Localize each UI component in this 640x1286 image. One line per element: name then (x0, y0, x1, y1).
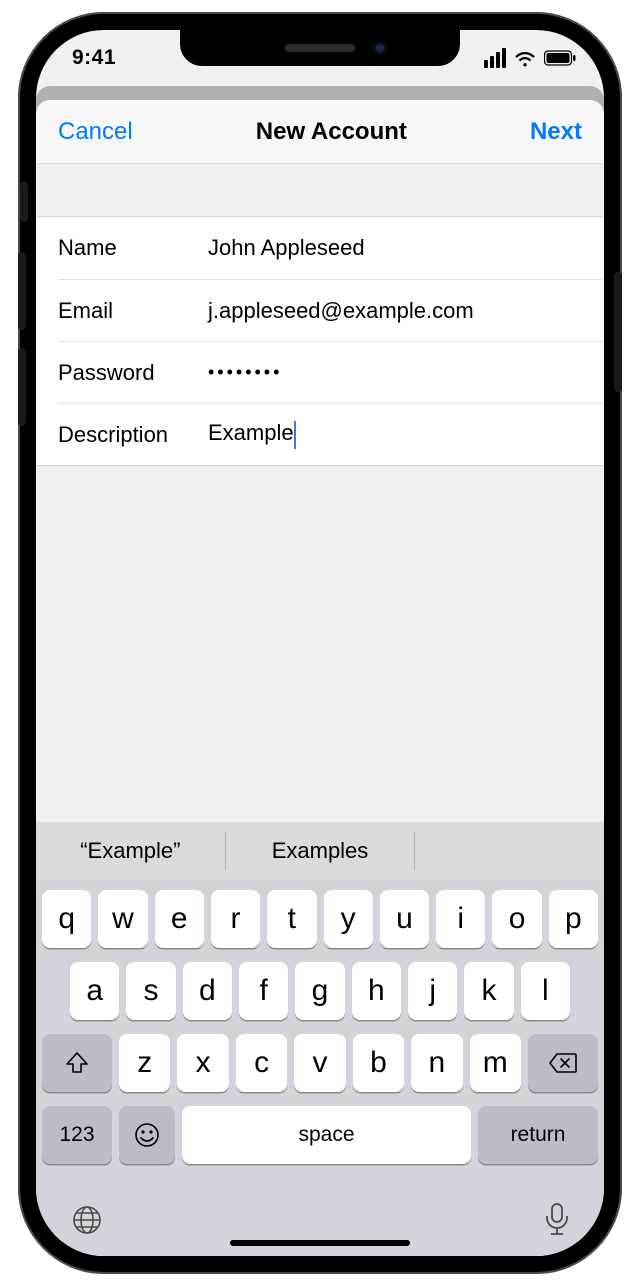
name-field[interactable]: John Appleseed (208, 235, 582, 261)
backspace-icon (548, 1052, 578, 1074)
next-button[interactable]: Next (530, 118, 582, 146)
nav-title: New Account (256, 118, 407, 146)
power-button (614, 272, 622, 392)
shift-icon (64, 1050, 90, 1076)
space-key[interactable]: space (182, 1106, 471, 1164)
cancel-button[interactable]: Cancel (58, 118, 133, 146)
name-row[interactable]: Name John Appleseed (36, 217, 604, 279)
status-time: 9:41 (72, 46, 116, 70)
password-field[interactable]: •••••••• (208, 362, 582, 383)
section-gap (36, 164, 604, 216)
email-label: Email (58, 298, 208, 324)
globe-key[interactable] (70, 1203, 104, 1237)
key-l[interactable]: l (521, 962, 570, 1020)
key-b[interactable]: b (353, 1034, 404, 1092)
keyboard: “Example” Examples q w e r t y u i o p (36, 822, 604, 1256)
name-label: Name (58, 235, 208, 261)
key-e[interactable]: e (155, 890, 204, 948)
key-m[interactable]: m (470, 1034, 521, 1092)
key-j[interactable]: j (408, 962, 457, 1020)
account-form: Name John Appleseed Email j.appleseed@ex… (36, 216, 604, 466)
navigation-bar: Cancel New Account Next (36, 100, 604, 164)
notch (180, 30, 460, 66)
description-row[interactable]: Description Example (58, 403, 604, 465)
key-k[interactable]: k (464, 962, 513, 1020)
return-key[interactable]: return (478, 1106, 598, 1164)
key-a[interactable]: a (70, 962, 119, 1020)
password-row[interactable]: Password •••••••• (58, 341, 604, 403)
cellular-icon (484, 48, 506, 68)
key-w[interactable]: w (98, 890, 147, 948)
key-p[interactable]: p (549, 890, 598, 948)
predictive-suggestion-1[interactable]: “Example” (36, 822, 225, 880)
description-label: Description (58, 422, 208, 448)
description-field[interactable]: Example (208, 420, 582, 448)
key-u[interactable]: u (380, 890, 429, 948)
volume-down (18, 348, 26, 426)
predictive-suggestion-3[interactable] (415, 822, 604, 880)
shift-key[interactable] (42, 1034, 112, 1092)
key-o[interactable]: o (492, 890, 541, 948)
key-i[interactable]: i (436, 890, 485, 948)
speaker-grille (285, 44, 355, 52)
home-indicator[interactable] (230, 1240, 410, 1246)
iphone-frame: 9:41 Cancel New Account Next Name (18, 12, 622, 1274)
dictation-key[interactable] (544, 1202, 570, 1238)
numbers-key[interactable]: 123 (42, 1106, 112, 1164)
key-q[interactable]: q (42, 890, 91, 948)
key-r[interactable]: r (211, 890, 260, 948)
predictive-bar: “Example” Examples (36, 822, 604, 880)
emoji-key[interactable] (119, 1106, 175, 1164)
description-value: Example (208, 420, 294, 445)
key-s[interactable]: s (126, 962, 175, 1020)
email-field[interactable]: j.appleseed@example.com (208, 298, 582, 324)
mute-switch (20, 182, 28, 222)
email-row[interactable]: Email j.appleseed@example.com (58, 279, 604, 341)
key-g[interactable]: g (295, 962, 344, 1020)
keyboard-bottom-bar (36, 1184, 604, 1238)
predictive-suggestion-2[interactable]: Examples (226, 822, 415, 880)
key-y[interactable]: y (324, 890, 373, 948)
key-grid: q w e r t y u i o p a s d f g h (36, 880, 604, 1184)
wifi-icon (513, 48, 537, 68)
emoji-icon (133, 1121, 161, 1149)
key-c[interactable]: c (236, 1034, 287, 1092)
battery-icon (544, 50, 576, 66)
key-n[interactable]: n (411, 1034, 462, 1092)
key-f[interactable]: f (239, 962, 288, 1020)
front-camera (374, 42, 386, 54)
volume-up (18, 252, 26, 330)
text-cursor (294, 421, 296, 449)
password-label: Password (58, 360, 208, 386)
key-t[interactable]: t (267, 890, 316, 948)
key-d[interactable]: d (183, 962, 232, 1020)
key-h[interactable]: h (352, 962, 401, 1020)
key-z[interactable]: z (119, 1034, 170, 1092)
screen: 9:41 Cancel New Account Next Name (36, 30, 604, 1256)
key-v[interactable]: v (294, 1034, 345, 1092)
key-x[interactable]: x (177, 1034, 228, 1092)
backspace-key[interactable] (528, 1034, 598, 1092)
